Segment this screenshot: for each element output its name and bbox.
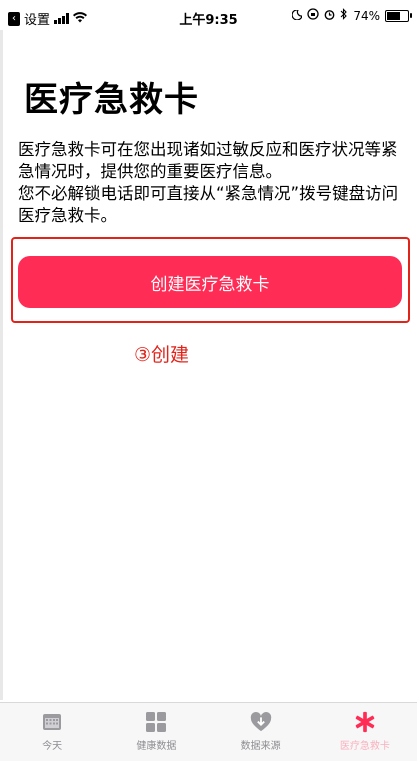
tab-sources[interactable]: 数据来源 — [209, 703, 313, 761]
medical-asterisk-icon — [354, 711, 376, 733]
left-edge-divider — [0, 30, 3, 700]
tab-label-health-data: 健康数据 — [136, 741, 177, 752]
battery-fill — [387, 11, 400, 20]
battery-icon — [385, 9, 412, 22]
calendar-icon — [41, 711, 63, 733]
page-title: 医疗急救卡 — [24, 80, 199, 120]
tab-medical-id[interactable]: 医疗急救卡 — [313, 703, 417, 761]
status-bar: ‹ 设置 上午9:35 74% — [0, 0, 417, 34]
tab-bar: 今天 健康数据 数据来源 医疗急救卡 — [0, 702, 417, 761]
tab-label-medical-id: 医疗急救卡 — [339, 741, 390, 752]
tab-health-data[interactable]: 健康数据 — [104, 703, 208, 761]
step-annotation: ③创建 — [134, 344, 190, 366]
battery-percent: 74% — [353, 8, 380, 23]
alarm-icon — [324, 9, 335, 23]
grid-icon — [145, 711, 167, 733]
tab-label-today: 今天 — [42, 741, 63, 752]
download-heart-icon — [250, 711, 272, 733]
moon-icon — [291, 8, 304, 23]
tab-today[interactable]: 今天 — [0, 703, 104, 761]
description-line2: 您不必解锁电话即可直接从“紧急情况”拨号键盘访问医疗急救卡。 — [18, 184, 399, 225]
bluetooth-icon — [340, 8, 348, 23]
status-right: 74% — [291, 8, 412, 23]
tab-label-sources: 数据来源 — [240, 741, 281, 752]
rotation-lock-icon — [307, 8, 319, 23]
create-medical-id-button[interactable]: 创建医疗急救卡 — [18, 256, 402, 308]
description-line1: 医疗急救卡可在您出现诸如过敏反应和医疗状况等紧急情况时，提供您的重要医疗信息。 — [18, 140, 398, 181]
description: 医疗急救卡可在您出现诸如过敏反应和医疗状况等紧急情况时，提供您的重要医疗信息。 … — [18, 139, 406, 227]
